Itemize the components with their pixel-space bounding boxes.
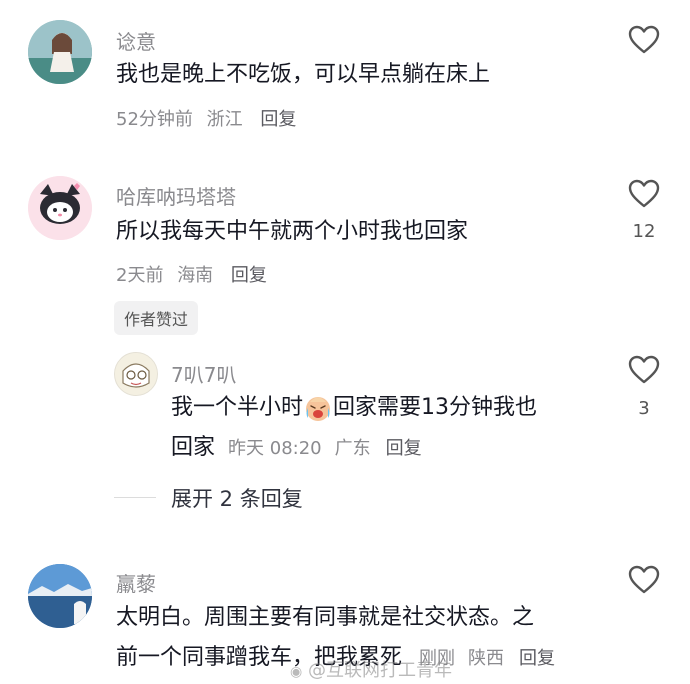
watermark-text: @互联网打工青年 xyxy=(307,660,452,681)
avatar-image xyxy=(28,564,92,628)
comment-username[interactable]: 哈库呐玛塔塔 xyxy=(116,181,236,210)
heart-icon xyxy=(628,179,660,208)
reply-text: 我一个半小时 回家需要13分钟我也 xyxy=(171,388,537,428)
reply-text-line2: 回家 昨天 08:20 广东 回复 xyxy=(171,428,422,469)
reply-button[interactable]: 回复 xyxy=(386,438,422,459)
like-count: 3 xyxy=(638,398,650,419)
like-count: 12 xyxy=(632,221,656,242)
reply-text-part: 回家 xyxy=(171,435,216,460)
expand-divider xyxy=(114,497,156,498)
comment-location: 海南 xyxy=(177,265,214,286)
comment-text: 所以我每天中午就两个小时我也回家 xyxy=(116,219,469,244)
heart-icon xyxy=(628,25,660,54)
reply-button[interactable]: 回复 xyxy=(260,109,296,130)
comment-text: 太明白。周围主要有同事就是社交状态。之 xyxy=(116,605,535,630)
author-liked-badge: 作者赞过 xyxy=(114,301,199,335)
avatar-image xyxy=(28,20,92,84)
like-button[interactable] xyxy=(624,350,664,390)
crying-laughing-emoji-icon xyxy=(306,397,331,421)
reply-text-part: 我一个半小时 xyxy=(171,395,304,420)
watermark: ◉ @互联网打工青年 xyxy=(290,656,452,682)
avatar[interactable] xyxy=(28,176,92,240)
like-button[interactable] xyxy=(624,20,664,60)
avatar-image xyxy=(115,353,157,395)
reply-text-part: 回家需要13分钟我也 xyxy=(333,395,538,420)
comment-time: 52分钟前 xyxy=(116,109,193,130)
like-button[interactable] xyxy=(624,560,664,600)
weibo-icon: ◉ xyxy=(290,664,303,680)
comment-meta: 2天前 海南 回复 xyxy=(116,261,267,287)
comment-item: 谂意 我也是晚上不吃饭，可以早点躺在床上 52分钟前 浙江 回复 xyxy=(0,0,690,150)
avatar[interactable] xyxy=(114,352,158,396)
comment-meta: 52分钟前 浙江 回复 xyxy=(116,105,296,131)
avatar[interactable] xyxy=(28,564,92,628)
avatar[interactable] xyxy=(28,20,92,84)
heart-icon xyxy=(628,355,660,384)
avatar-image xyxy=(28,176,92,240)
comment-item: 哈库呐玛塔塔 所以我每天中午就两个小时我也回家 2天前 海南 回复 作者赞过 1… xyxy=(0,160,690,550)
reply-item: 7叭7叭 我一个半小时 回家需要13分钟我也 回家 昨天 08:20 广东 回复… xyxy=(0,348,690,468)
reply-time: 昨天 08:20 xyxy=(228,438,322,459)
comment-location: 浙江 xyxy=(206,109,243,130)
comment-username[interactable]: 谂意 xyxy=(116,26,156,55)
comment-username[interactable]: 羸藜 xyxy=(116,568,156,597)
reply-button[interactable]: 回复 xyxy=(519,648,555,669)
expand-replies-button[interactable]: 展开 2 条回复 xyxy=(171,483,303,513)
reply-button[interactable]: 回复 xyxy=(231,265,267,286)
comment-time: 2天前 xyxy=(116,265,164,286)
comment-location: 陕西 xyxy=(468,648,505,669)
reply-location: 广东 xyxy=(334,438,371,459)
comment-text: 我也是晚上不吃饭，可以早点躺在床上 xyxy=(116,62,491,87)
heart-icon xyxy=(628,565,660,594)
reply-username[interactable]: 7叭7叭 xyxy=(171,359,236,388)
like-button[interactable] xyxy=(624,174,664,214)
